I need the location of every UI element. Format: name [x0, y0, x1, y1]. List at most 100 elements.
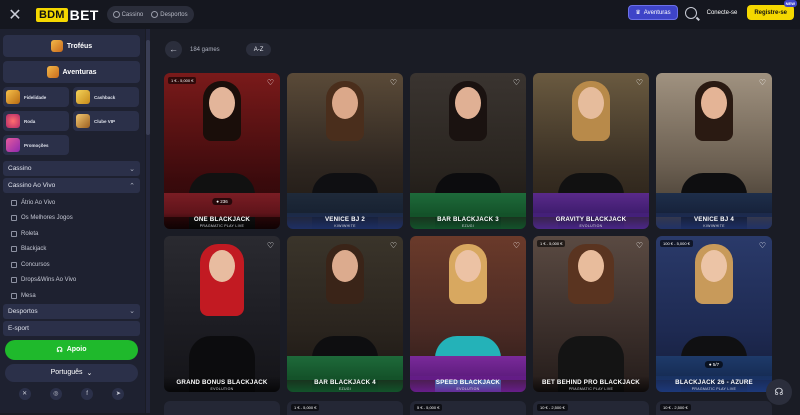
tile-promocoes[interactable]: Promoções — [3, 135, 69, 155]
aventuras-button[interactable]: ♛ Aventuras — [628, 5, 678, 20]
favorite-heart-icon[interactable]: ♡ — [513, 78, 520, 87]
game-card[interactable]: ♡ Speed Blackjack EVOLUTION — [410, 236, 526, 392]
sub-item-melhores[interactable]: Os Melhores Jogos — [3, 211, 140, 227]
support-chat-icon[interactable]: ☊ — [766, 379, 792, 405]
close-icon[interactable]: ✕ — [2, 5, 28, 25]
chevron-down-icon: ⌄ — [129, 165, 135, 173]
top-bar: ✕ BDM BET Cassino Desportos ♛ Aventuras C… — [0, 0, 800, 29]
main-content: ← 184 games A-Z 1 € - 5,000 € ♡ ● 236 On… — [152, 29, 800, 415]
game-card[interactable]: ♡ Venice BJ 2 KIWIWHITE — [287, 73, 403, 229]
menu-esport[interactable]: E-sport — [3, 320, 140, 336]
instagram-icon[interactable]: ◎ — [49, 387, 62, 400]
tile-vip[interactable]: Clube VIP — [73, 111, 139, 131]
favorite-heart-icon[interactable]: ♡ — [390, 78, 397, 87]
sub-item-mesa[interactable]: Mesa — [3, 288, 140, 304]
tile-cashback[interactable]: Cashback — [73, 87, 139, 107]
scrollbar-thumb[interactable] — [146, 40, 150, 135]
register-label: Registre-se — [754, 9, 787, 16]
favorite-heart-icon[interactable]: ♡ — [636, 78, 643, 87]
support-button[interactable]: ☊ Apoio — [5, 339, 138, 360]
facebook-icon[interactable]: f — [81, 387, 94, 400]
game-provider: PRAGMATIC PLAY LIVE — [691, 387, 737, 391]
trophies-button[interactable]: Troféus — [3, 35, 140, 57]
nav-casino[interactable]: Cassino — [112, 10, 143, 18]
menu-casino-live-label: Cassino Ao Vivo — [8, 182, 56, 189]
chevron-down-icon: ⌄ — [129, 308, 135, 315]
favorite-heart-icon[interactable]: ♡ — [513, 241, 520, 250]
favorite-heart-icon[interactable]: ♡ — [759, 241, 766, 250]
game-provider: EVOLUTION — [579, 224, 603, 228]
sub-item-concursos[interactable]: Concursos — [3, 257, 140, 273]
game-card[interactable]: 1 € - 5,000 € ♡ ● 236 One Blackjack PRAGM… — [164, 73, 280, 229]
game-card[interactable]: ♡ Venice BJ 4 KIWIWHITE — [656, 73, 772, 229]
language-select[interactable]: Português ⌄ — [5, 363, 138, 382]
tile-roda[interactable]: Roda — [3, 111, 69, 131]
game-title: Blackjack 26 - Azure — [675, 379, 753, 386]
favorite-heart-icon[interactable]: ♡ — [267, 78, 274, 87]
feature-tiles: Fidelidade Cashback Roda Clube VIP Promo… — [3, 87, 140, 155]
new-badge: NEW — [783, 0, 797, 7]
game-title-bar: Venice BJ 4 KIWIWHITE — [656, 213, 772, 229]
game-card[interactable]: 100 € - 5,000 € ♡ ● 5/7 Blackjack 26 - A… — [656, 236, 772, 392]
bet-limit-badge: 1 € - 5,000 € — [168, 77, 197, 84]
game-provider: KIWIWHITE — [703, 224, 725, 228]
game-title-bar: Blackjack 26 - Azure PRAGMATIC PLAY LIVE — [656, 376, 772, 392]
game-row-partial: 1 € - 5,000 € 5 € - 5,000 € 10 € - 2,500… — [164, 401, 774, 415]
menu-casino[interactable]: Cassino ⌄ — [3, 161, 140, 176]
sub-item-label: Blackjack — [21, 246, 47, 253]
adventures-button[interactable]: Aventuras — [3, 61, 140, 83]
menu-casino-label: Cassino — [8, 165, 32, 172]
x-icon[interactable]: ✕ — [18, 387, 31, 400]
favorite-heart-icon[interactable]: ♡ — [636, 241, 643, 250]
sub-item-atrio[interactable]: Átrio Ao Vivo — [3, 195, 140, 211]
bet-limit-badge: 1 € - 5,000 € — [537, 240, 566, 247]
sidebar: Troféus Aventuras Fidelidade Cashback Ro… — [0, 29, 145, 413]
nav-sports[interactable]: Desportos — [151, 10, 188, 19]
sports-icon — [151, 10, 159, 18]
sub-item-label: Os Melhores Jogos — [21, 215, 73, 222]
game-provider: EZUGI — [461, 224, 475, 228]
game-title-bar: Bar Blackjack 4 EZUGI — [287, 376, 403, 392]
game-card[interactable]: 1 € - 5,000 € ♡ Bet Behind Pro Blackjack… — [533, 236, 649, 392]
search-icon[interactable] — [684, 6, 697, 19]
bet-limit-badge: 10 € - 2,500 € — [537, 404, 568, 411]
favorite-heart-icon[interactable]: ♡ — [759, 78, 766, 87]
logo[interactable]: BDM BET — [36, 7, 99, 23]
sub-item-blackjack[interactable]: Blackjack — [3, 242, 140, 258]
sort-button[interactable]: A-Z — [245, 43, 272, 56]
players-badge: ● 5/7 — [704, 361, 724, 368]
menu-sports[interactable]: Desportos ⌄ — [3, 303, 140, 319]
filter-bar: ← 184 games A-Z — [165, 41, 272, 58]
wheel-icon — [6, 114, 20, 128]
game-title-bar: Bar Blackjack 3 EZUGI — [410, 213, 526, 229]
user-icon: ● — [216, 199, 219, 204]
login-button[interactable]: Conecte-se — [704, 10, 741, 16]
game-card[interactable]: ♡ Gravity Blackjack EVOLUTION — [533, 73, 649, 229]
menu-esport-label: E-sport — [8, 324, 29, 332]
favorite-heart-icon[interactable]: ♡ — [267, 241, 274, 250]
menu-casino-live[interactable]: Cassino Ao Vivo ⌃ — [3, 178, 140, 193]
sub-item-label: Mesa — [21, 292, 36, 299]
games-count: 184 games — [190, 46, 220, 53]
logo-bdm: BDM — [36, 7, 68, 22]
game-title: Bet Behind Pro Blackjack — [542, 379, 640, 386]
tile-fidelidade[interactable]: Fidelidade — [3, 87, 69, 107]
promo-icon — [6, 138, 20, 152]
game-card[interactable]: ♡ Bar Blackjack 4 EZUGI — [287, 236, 403, 392]
trophies-label: Troféus — [66, 42, 93, 50]
menu-sports-label: Desportos — [8, 307, 38, 315]
favorite-heart-icon[interactable]: ♡ — [390, 241, 397, 250]
sub-item-roleta[interactable]: Roleta — [3, 226, 140, 242]
game-card[interactable]: ♡ Grand Bonus Blackjack EVOLUTION — [164, 236, 280, 392]
support-label: Apoio — [66, 346, 87, 353]
sub-item-label: Roleta — [21, 230, 39, 237]
adventure-icon — [46, 66, 59, 78]
game-card[interactable]: ♡ Bar Blackjack 3 EZUGI — [410, 73, 526, 229]
back-arrow-icon[interactable]: ← — [165, 41, 182, 58]
nav-sports-label: Desportos — [160, 12, 188, 19]
register-button[interactable]: Registre-se NEW — [747, 0, 797, 20]
game-provider: PRAGMATIC PLAY LIVE — [199, 224, 245, 228]
telegram-icon[interactable]: ➤ — [112, 387, 125, 400]
sub-item-drops[interactable]: Drops&Wins Ao Vivo — [3, 273, 140, 289]
star-icon — [11, 215, 17, 222]
